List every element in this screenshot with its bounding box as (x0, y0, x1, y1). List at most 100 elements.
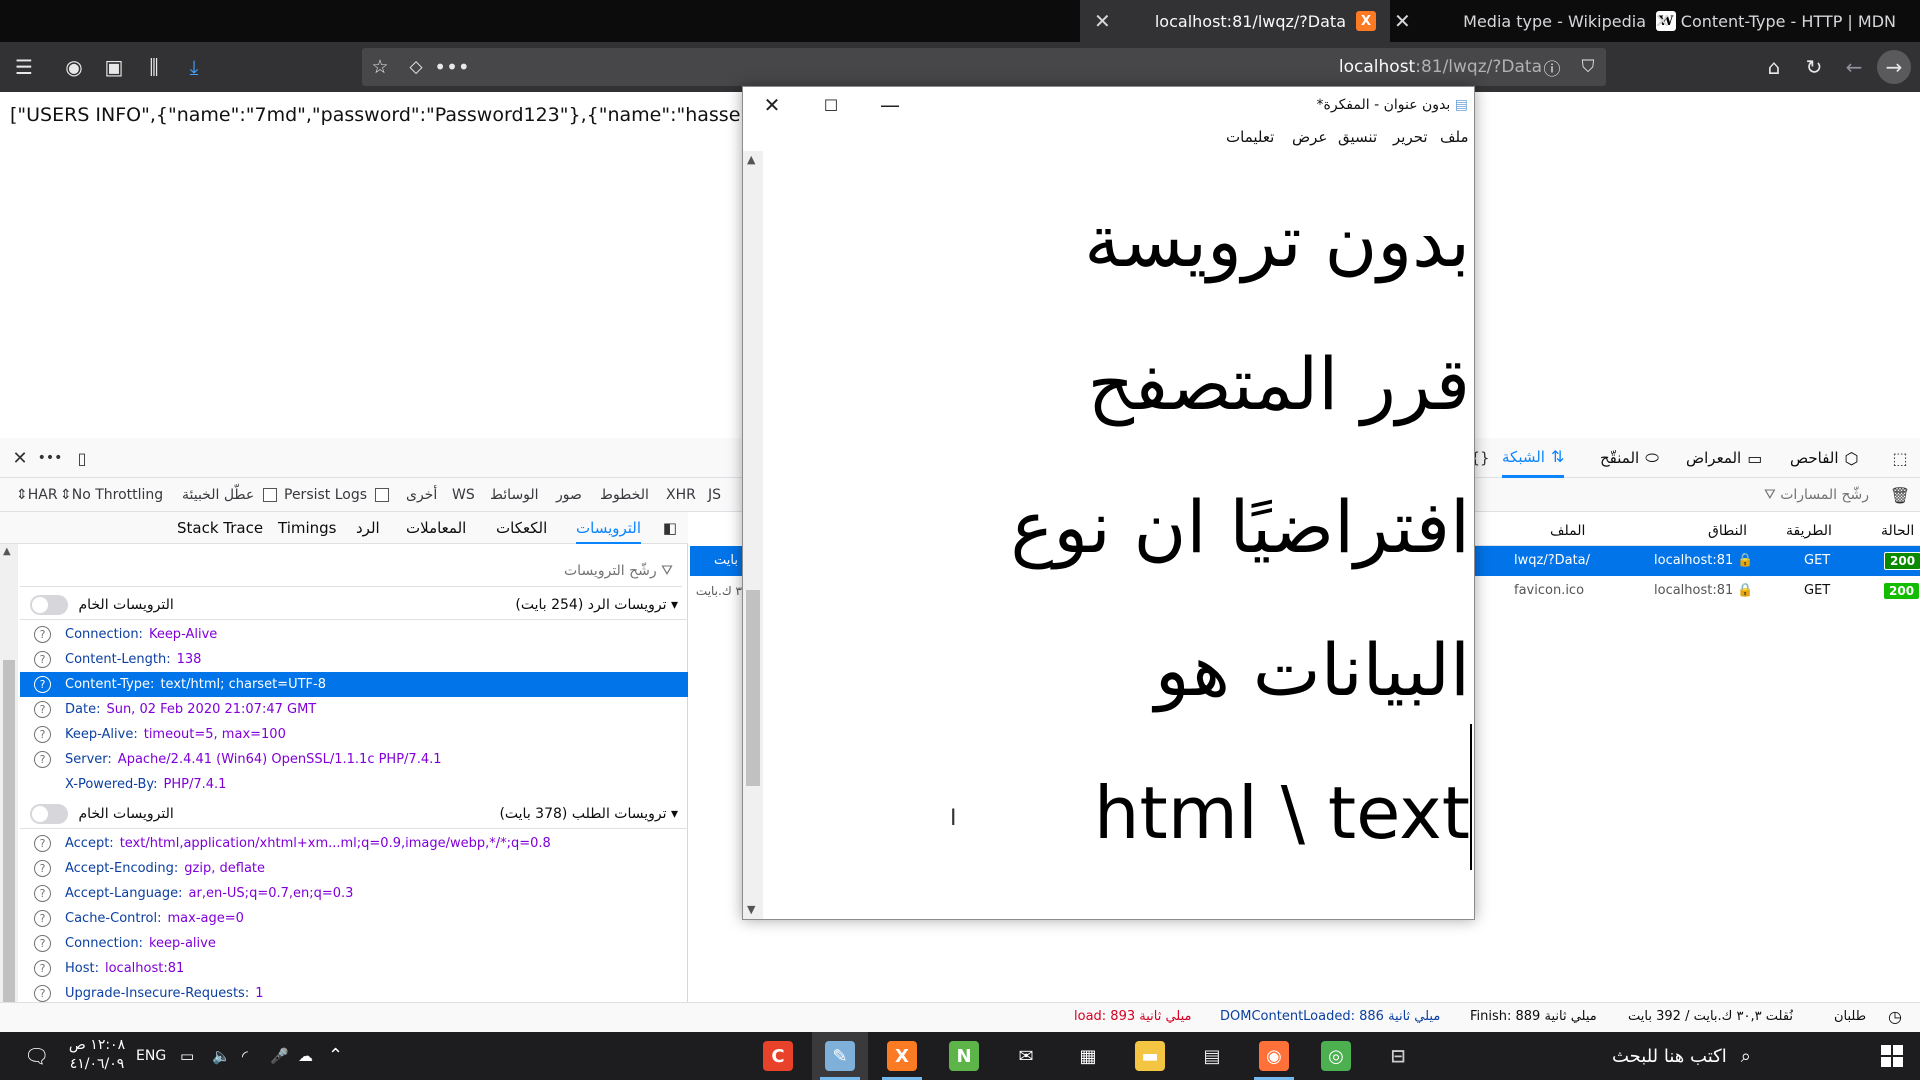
page-actions-icon[interactable]: ••• (432, 42, 472, 92)
pick-element-icon[interactable]: ⬚ (1880, 438, 1920, 478)
notifications-icon[interactable]: 🗨 (24, 1032, 49, 1080)
notepad-minimize-button[interactable]: — (862, 87, 918, 123)
performance-icon[interactable]: ◷ (1888, 1002, 1902, 1032)
library-icon[interactable]: ⫼ (134, 42, 174, 92)
bookmark-star-icon[interactable]: ☆ (360, 42, 400, 92)
tracking-shield-icon[interactable]: ⛉ (1568, 42, 1608, 92)
response-headers-section[interactable]: الترويسات الخام ترويسات الرد (254 بايت) … (20, 590, 688, 620)
help-icon[interactable]: ? (34, 835, 51, 852)
header-row[interactable]: ? Accept: text/html,application/xhtml+xm..… (20, 831, 688, 856)
show-hidden-icons[interactable]: ⌃ (328, 1032, 343, 1080)
close-tab-icon[interactable]: ✕ (1094, 9, 1118, 33)
toggle-panel-icon[interactable]: ◧ (650, 512, 690, 544)
new-tab-button[interactable]: + (1028, 0, 1050, 30)
tool-debugger[interactable]: ⬭ المنقّح (1600, 438, 1659, 478)
type-filter-fonts[interactable]: الخطوط (600, 478, 649, 512)
restore-window-button[interactable]: ❐ (56, 0, 69, 18)
menu-view[interactable]: عرض (1292, 123, 1327, 151)
wifi-icon[interactable]: ◜ (242, 1032, 248, 1080)
header-row[interactable]: ? Cache-Control: max-age=0 (20, 906, 688, 931)
taskbar-app-notepad[interactable]: ✎ (812, 1032, 868, 1080)
type-filter-ws[interactable]: WS (452, 478, 475, 512)
tool-network[interactable]: ⇅ الشبكة (1502, 438, 1565, 478)
taskbar-app-app-1[interactable]: C (750, 1032, 806, 1080)
column-file[interactable]: الملف (1550, 516, 1585, 546)
taskbar-app-explorer[interactable]: ▬ (1122, 1032, 1178, 1080)
taskbar-search[interactable]: ⌕ اكتب هنا للبحث (1612, 1032, 1864, 1080)
notepad-close-button[interactable]: ✕ (744, 87, 800, 123)
start-button[interactable] (1864, 1032, 1920, 1080)
help-icon[interactable]: ? (34, 985, 51, 1002)
pocket-icon[interactable]: ◇ (396, 42, 436, 92)
disable-cache-checkbox[interactable]: عطّل الخبيئة (182, 478, 277, 512)
site-info-icon[interactable]: ⓘ (1532, 42, 1572, 92)
help-icon[interactable]: ? (34, 701, 51, 718)
reload-icon[interactable]: ↻ (1794, 42, 1834, 92)
table-row[interactable]: 200 GET localhost:81 🔒 lwqz/?Data/ (1474, 546, 1920, 576)
throttling-select[interactable]: ⇕No Throttling (60, 478, 163, 512)
header-row[interactable]: ? Accept-Encoding: gzip, deflate (20, 856, 688, 881)
taskbar-clock[interactable]: ١٢:٠٨ ص ٤١/٠٦/٠٩ (62, 1036, 132, 1076)
header-row[interactable]: ? Host: localhost:81 (20, 956, 688, 981)
help-icon[interactable]: ? (34, 910, 51, 927)
help-icon[interactable]: ? (34, 751, 51, 768)
responsive-mode-icon[interactable]: ▯ (62, 438, 102, 478)
headers-scroll-thumb[interactable] (3, 660, 15, 1010)
onedrive-icon[interactable]: ☁ (298, 1032, 313, 1080)
input-language[interactable]: ENG (136, 1032, 166, 1080)
taskbar-app-chrome[interactable]: ◎ (1308, 1032, 1364, 1080)
help-icon[interactable]: ? (34, 935, 51, 952)
notepad-maximize-button[interactable]: ☐ (803, 87, 859, 123)
table-row[interactable]: 200 GET localhost:81 🔒 favicon.ico (1474, 576, 1920, 606)
taskbar-app-notepadpp[interactable]: N (936, 1032, 992, 1080)
taskbar-app-video-editor[interactable]: ▤ (1184, 1032, 1240, 1080)
close-tab-icon[interactable]: ✕ (1394, 9, 1418, 33)
volume-icon[interactable]: 🔈 (212, 1032, 231, 1080)
taskbar-app-task-view[interactable]: ⊟ (1370, 1032, 1426, 1080)
menu-format[interactable]: تنسيق (1338, 123, 1377, 151)
header-row[interactable]: ? Accept-Language: ar,en-US;q=0.7,en;q=0.3 (20, 881, 688, 906)
taskbar-app-firefox[interactable]: ◉ (1246, 1032, 1302, 1080)
close-window-button[interactable]: ✕ (0, 0, 12, 16)
type-filter-media[interactable]: الوسائط (490, 478, 539, 512)
header-row[interactable]: ? Content-Length: 138 (20, 647, 688, 672)
tab-stack-trace[interactable]: Stack Trace (177, 512, 263, 544)
scroll-up-icon[interactable]: ▲ (747, 153, 755, 166)
notepad-text-area[interactable]: بدون ترويسة قرر المتصفح افتراضيًا ان نوع… (770, 170, 1470, 885)
har-menu[interactable]: ⇕HAR (16, 478, 58, 512)
tab-timings[interactable]: Timings (278, 512, 337, 544)
help-icon[interactable]: ? (34, 676, 51, 693)
menu-file[interactable]: ملف (1440, 123, 1469, 151)
header-row[interactable]: ? Content-Type: text/html; charset=UTF-8 (20, 672, 688, 697)
header-row[interactable]: ? Date: Sun, 02 Feb 2020 21:07:47 GMT (20, 697, 688, 722)
header-row[interactable]: ?X-Powered-By:PHP/7.4.1 (20, 772, 688, 797)
tool-console[interactable]: ▭ المعراض (1686, 438, 1762, 478)
tab-mdn[interactable]: ✕ Content-Type - HTTP | MDN (1640, 0, 1920, 42)
column-domain[interactable]: النطاق (1708, 516, 1747, 546)
type-filter-js[interactable]: JS (708, 478, 721, 512)
header-row[interactable]: ? Connection: Keep-Alive (20, 622, 688, 647)
tab-params[interactable]: المعاملات (406, 512, 466, 544)
account-icon[interactable]: ◉ (54, 42, 94, 92)
header-row[interactable]: ? Keep-Alive: timeout=5, max=100 (20, 722, 688, 747)
menu-edit[interactable]: تحرير (1393, 123, 1428, 151)
help-icon[interactable]: ? (34, 960, 51, 977)
type-filter-other[interactable]: أخرى (406, 478, 437, 512)
tool-inspector[interactable]: ⬡ الفاحص (1790, 438, 1859, 478)
help-icon[interactable]: ? (34, 626, 51, 643)
minimize-window-button[interactable]: — (112, 0, 126, 16)
help-icon[interactable]: ? (34, 651, 51, 668)
header-row[interactable]: ? Server: Apache/2.4.41 (Win64) OpenSSL/1.… (20, 747, 688, 772)
hamburger-menu-icon[interactable]: ☰ (4, 42, 44, 92)
notepad-scroll-thumb[interactable] (746, 590, 760, 786)
taskbar-app-store[interactable]: ▦ (1060, 1032, 1116, 1080)
clear-requests-icon[interactable]: 🗑 (1880, 478, 1920, 512)
raw-headers-toggle[interactable]: الترويسات الخام (30, 594, 174, 615)
home-icon[interactable]: ⌂ (1754, 42, 1794, 92)
raw-headers-toggle[interactable]: الترويسات الخام (30, 803, 174, 824)
close-tab-icon[interactable]: ✕ (1654, 9, 1678, 33)
scroll-up-icon[interactable]: ▲ (3, 546, 11, 557)
forward-icon[interactable]: → (1874, 42, 1914, 92)
type-filter-xhr[interactable]: XHR (666, 478, 696, 512)
taskbar-app-mail[interactable]: ✉ (998, 1032, 1054, 1080)
